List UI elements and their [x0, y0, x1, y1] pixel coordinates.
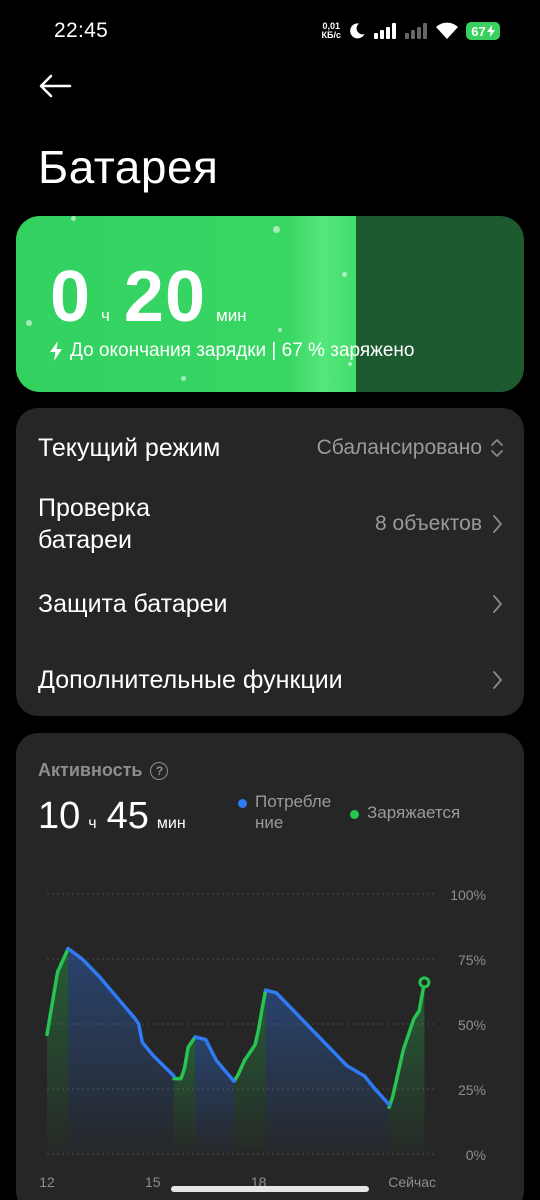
battery-check-row[interactable]: Проверка батареи 8 объектов [16, 492, 524, 556]
current-mode-row[interactable]: Текущий режим Сбалансировано [16, 426, 524, 470]
updown-chevron-icon [491, 439, 503, 457]
charging-status-card[interactable]: 0 ч 20 мин До окончания зарядки | 67 % з… [16, 216, 524, 392]
chart-y-tick-label: 50% [458, 1017, 486, 1033]
decor-bubble [342, 272, 347, 277]
decor-bubble [26, 320, 32, 326]
gesture-nav-bar[interactable] [171, 1186, 369, 1192]
charging-subtitle-text: До окончания зарядки | 67 % заряжено [70, 340, 415, 361]
chart-x-tick-label: Сейчас [388, 1174, 436, 1190]
network-speed-unit: КБ/с [321, 30, 341, 40]
chart-y-tick-label: 25% [458, 1082, 486, 1098]
hours-unit: ч [101, 306, 110, 325]
signal-strength-icon [374, 23, 396, 39]
status-time: 22:45 [54, 19, 109, 42]
battery-check-label: Проверка батареи [38, 492, 150, 556]
extra-functions-row[interactable]: Дополнительные функции [16, 658, 524, 702]
chevron-right-icon [493, 595, 502, 613]
activity-card: Активность ? 10 ч 45 мин Потребле ние За… [16, 733, 524, 1200]
battery-level: 67 [471, 23, 486, 39]
signal-strength-sim2-icon [405, 23, 427, 39]
chart-area [173, 1037, 196, 1154]
current-mode-label: Текущий режим [38, 434, 221, 462]
battery-settings-card: Текущий режим Сбалансировано Проверка ба… [16, 408, 524, 716]
chart-x-tick-label: 15 [145, 1174, 161, 1190]
chart-area [265, 990, 390, 1154]
chart-y-tick-label: 100% [450, 887, 486, 903]
wifi-icon [436, 22, 458, 39]
chart-y-tick-label: 75% [458, 952, 486, 968]
battery-protection-label: Защита батареи [38, 590, 228, 618]
battery-protection-row[interactable]: Защита батареи [16, 582, 524, 626]
extra-functions-label: Дополнительные функции [38, 666, 343, 694]
network-speed: 0,01 КБ/с [322, 22, 341, 40]
charging-subtitle: До окончания зарядки | 67 % заряжено [50, 340, 415, 362]
hours-value: 0 [50, 257, 92, 337]
status-bar: 22:45 0,01 КБ/с 67 [0, 0, 540, 62]
decor-bubble [181, 376, 186, 381]
chevron-right-icon [493, 515, 502, 533]
do-not-disturb-moon-icon [350, 23, 365, 39]
current-mode-value: Сбалансировано [316, 436, 482, 459]
chart-y-tick-label: 0% [466, 1147, 486, 1163]
battery-indicator: 67 [466, 22, 500, 40]
charging-bolt-icon [486, 25, 495, 37]
battery-check-label-line2: батареи [38, 526, 132, 554]
decor-bubble [348, 362, 352, 366]
decor-bubble [278, 328, 282, 332]
status-icons: 0,01 КБ/с 67 [322, 20, 500, 42]
charging-bolt-icon [50, 341, 62, 361]
battery-check-value: 8 объектов [375, 512, 482, 535]
minutes-value: 20 [123, 257, 206, 337]
decor-bubble [71, 216, 76, 221]
time-to-full: 0 ч 20 мин [50, 256, 261, 338]
minutes-unit: мин [216, 306, 247, 325]
decor-bubble [273, 226, 280, 233]
current-point-marker [418, 976, 431, 989]
battery-level-chart: 100%75%50%25%0%12 15 18 Сейчас [39, 887, 486, 1190]
chart-area [68, 948, 174, 1154]
back-button[interactable] [32, 66, 78, 106]
chart-x-tick-label: 12 [39, 1174, 55, 1190]
chevron-right-icon [493, 671, 502, 689]
battery-check-label-line1: Проверка [38, 494, 150, 522]
back-arrow-icon [39, 74, 72, 98]
page-title: Батарея [38, 141, 219, 193]
